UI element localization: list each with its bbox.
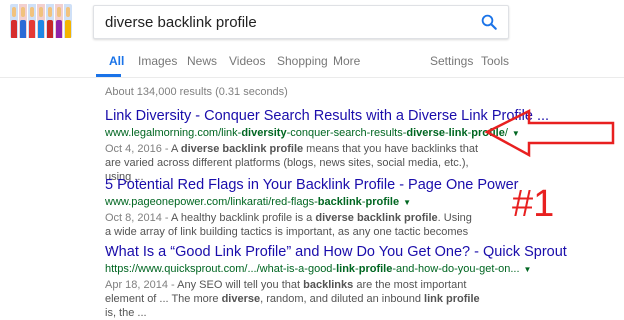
tab-more[interactable]: More: [333, 54, 360, 68]
tab-shopping[interactable]: Shopping: [277, 54, 328, 68]
url-segment: diverse: [406, 127, 445, 139]
header-bar: [0, 0, 624, 87]
logo-figure: [46, 4, 54, 38]
tab-news[interactable]: News: [187, 54, 217, 68]
snippet-segment: link profile: [424, 293, 480, 305]
url-segment: https://www.quicksprout.com/.../what-is-…: [105, 263, 337, 275]
tab-tools[interactable]: Tools: [481, 54, 509, 68]
result-stats: About 134,000 results (0.31 seconds): [105, 86, 288, 98]
url-segment: profile: [365, 196, 400, 208]
logo-figure: [37, 4, 45, 38]
snippet-segment: , random, and diluted an inbound: [260, 293, 425, 305]
logo-figure: [10, 4, 18, 38]
result-date: Oct 8, 2014 -: [105, 212, 172, 224]
url-segment: link: [336, 263, 356, 275]
logo-figure: [64, 4, 72, 38]
search-box[interactable]: [93, 5, 509, 39]
snippet-segment: diverse backlink profile: [315, 212, 438, 224]
result-title-link[interactable]: What Is a “Good Link Profile” and How Do…: [105, 244, 605, 261]
snippet-segment: diverse: [221, 293, 261, 305]
snippet-segment: backlinks: [303, 279, 354, 291]
snippet-segment: A: [171, 143, 181, 155]
url-segment: www.legalmorning.com/link-: [105, 127, 242, 139]
snippet-segment: Any SEO will tell you that: [177, 279, 304, 291]
result-date: Oct 4, 2016 -: [105, 143, 172, 155]
tab-images[interactable]: Images: [138, 54, 177, 68]
logo-figure: [55, 4, 63, 38]
rank-annotation: #1: [512, 183, 555, 225]
logo-figure: [28, 4, 36, 38]
caret-down-icon[interactable]: ▼: [403, 198, 411, 207]
snippet-segment: A healthy backlink profile is a: [171, 212, 316, 224]
search-result: What Is a “Good Link Profile” and How Do…: [105, 244, 605, 320]
url-segment: diversity: [241, 127, 287, 139]
snippet-segment: is, the ...: [105, 307, 147, 319]
search-input[interactable]: [105, 12, 465, 32]
caret-down-icon[interactable]: ▼: [524, 265, 532, 274]
result-snippet: Apr 18, 2014 - Any SEO will tell you tha…: [105, 278, 480, 320]
red-arrow-annotation: [484, 108, 615, 158]
url-segment: www.pageonepower.com/linkarati/red-flags…: [105, 196, 318, 208]
snippet-segment: diverse backlink profile: [180, 143, 304, 155]
url-segment: link: [448, 127, 468, 139]
tabs-divider: [0, 77, 624, 78]
tab-videos[interactable]: Videos: [229, 54, 265, 68]
url-segment: backlink: [317, 196, 362, 208]
logo-figure: [19, 4, 27, 38]
search-icon[interactable]: [480, 13, 498, 31]
tab-settings[interactable]: Settings: [430, 54, 473, 68]
logo[interactable]: [10, 4, 72, 38]
result-url: https://www.quicksprout.com/.../what-is-…: [105, 262, 605, 277]
tab-all[interactable]: All: [109, 54, 124, 68]
url-segment: -conquer-search-results-: [286, 127, 407, 139]
url-segment: profile: [358, 263, 393, 275]
url-segment: -and-how-do-you-get-on...: [392, 263, 520, 275]
result-date: Apr 18, 2014 -: [105, 279, 178, 291]
